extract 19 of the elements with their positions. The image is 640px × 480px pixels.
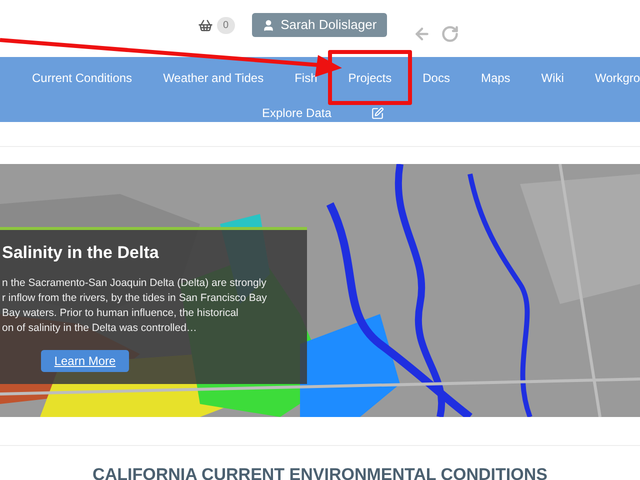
nav-link[interactable]: Fish: [294, 71, 318, 85]
user-icon: [262, 18, 275, 32]
basket-icon[interactable]: [198, 18, 213, 33]
nav-link[interactable]: Weather and Tides: [163, 71, 264, 85]
feature-title: Salinity in the Delta: [1, 242, 160, 264]
feature-description: n the Sacramento-San Joaquin Delta (Delta) are strongly r inflow from the rivers, by the tides in San Francisco Bay Bay waters. Prior to human influence, the historical on of salinity in the Delta was controlled…: [1, 276, 268, 336]
refresh-icon[interactable]: [440, 25, 459, 43]
learn-more-button[interactable]: Learn More: [41, 350, 129, 372]
nav-link[interactable]: Explore Data: [262, 106, 332, 120]
user-button[interactable]: Sarah Dolislager: [252, 13, 387, 37]
nav-link[interactable]: Projects: [348, 71, 392, 85]
nav-link[interactable]: Docs: [422, 71, 450, 85]
nav-link[interactable]: Wiki: [541, 71, 564, 85]
edit-icon[interactable]: [371, 106, 384, 120]
nav-link[interactable]: Workgro: [594, 71, 640, 85]
cart-count: 0: [217, 17, 235, 34]
section-title: CALIFORNIA CURRENT ENVIRONMENTAL CONDITIONS: [92, 464, 548, 480]
nav-link[interactable]: Current Conditions: [32, 71, 132, 85]
nav-link[interactable]: Maps: [480, 71, 510, 85]
